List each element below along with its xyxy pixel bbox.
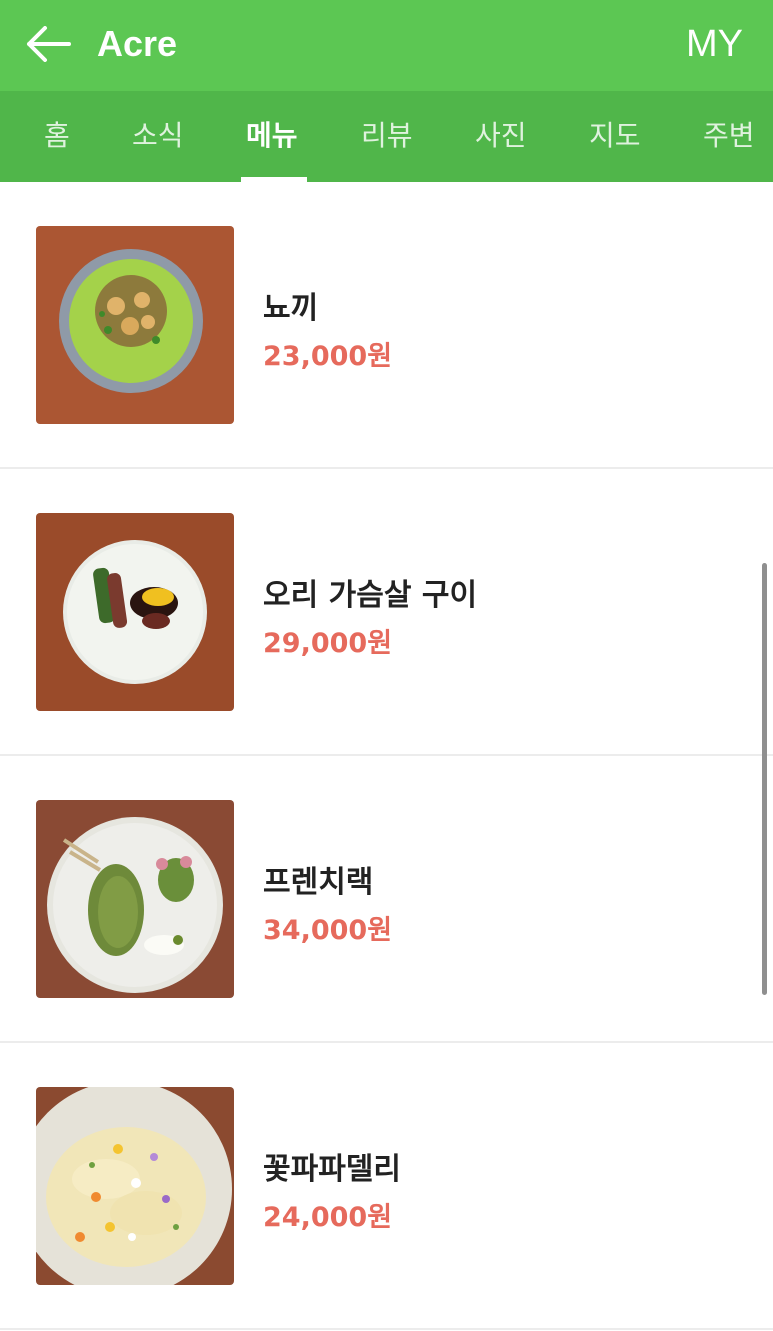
tab-nearby[interactable]: 주변 xyxy=(703,91,755,182)
dish-photo xyxy=(36,800,234,998)
menu-item-price: 29,000원 xyxy=(263,628,393,659)
my-page-button[interactable]: MY xyxy=(686,20,743,68)
top-app-bar: Acre MY xyxy=(0,0,773,91)
menu-item-price: 23,000원 xyxy=(263,341,393,372)
menu-item-gnocchi[interactable]: 뇨끼 23,000원 xyxy=(0,182,773,469)
menu-item-flower-pappardelle[interactable]: 꽃파파델리 24,000원 xyxy=(0,1043,773,1330)
arrow-left-icon xyxy=(27,26,71,62)
dish-photo xyxy=(36,1087,234,1285)
menu-item-french-rack[interactable]: 프렌치랙 34,000원 xyxy=(0,756,773,1043)
menu-item-name: 프렌치랙 xyxy=(263,865,374,900)
tab-news[interactable]: 소식 xyxy=(132,91,184,182)
dish-photo xyxy=(36,513,234,711)
tab-menu[interactable]: 메뉴 xyxy=(246,91,298,182)
tab-home[interactable]: 홈 xyxy=(44,91,70,182)
page-title: Acre xyxy=(97,23,178,64)
menu-item-price: 24,000원 xyxy=(263,1202,393,1233)
scrollbar[interactable] xyxy=(762,563,767,995)
back-button[interactable] xyxy=(22,20,74,68)
tab-reviews[interactable]: 리뷰 xyxy=(361,91,413,182)
menu-item-name: 오리 가슴살 구이 xyxy=(263,578,478,613)
menu-item-name: 꽃파파델리 xyxy=(263,1152,401,1187)
menu-item-duck-breast[interactable]: 오리 가슴살 구이 29,000원 xyxy=(0,469,773,756)
menu-item-name: 뇨끼 xyxy=(263,291,319,326)
tab-bar: 홈 소식 메뉴 리뷰 사진 지도 주변 xyxy=(0,91,773,182)
menu-item-price: 34,000원 xyxy=(263,915,393,946)
dish-photo xyxy=(36,226,234,424)
tab-photos[interactable]: 사진 xyxy=(475,91,527,182)
tab-map[interactable]: 지도 xyxy=(589,91,641,182)
